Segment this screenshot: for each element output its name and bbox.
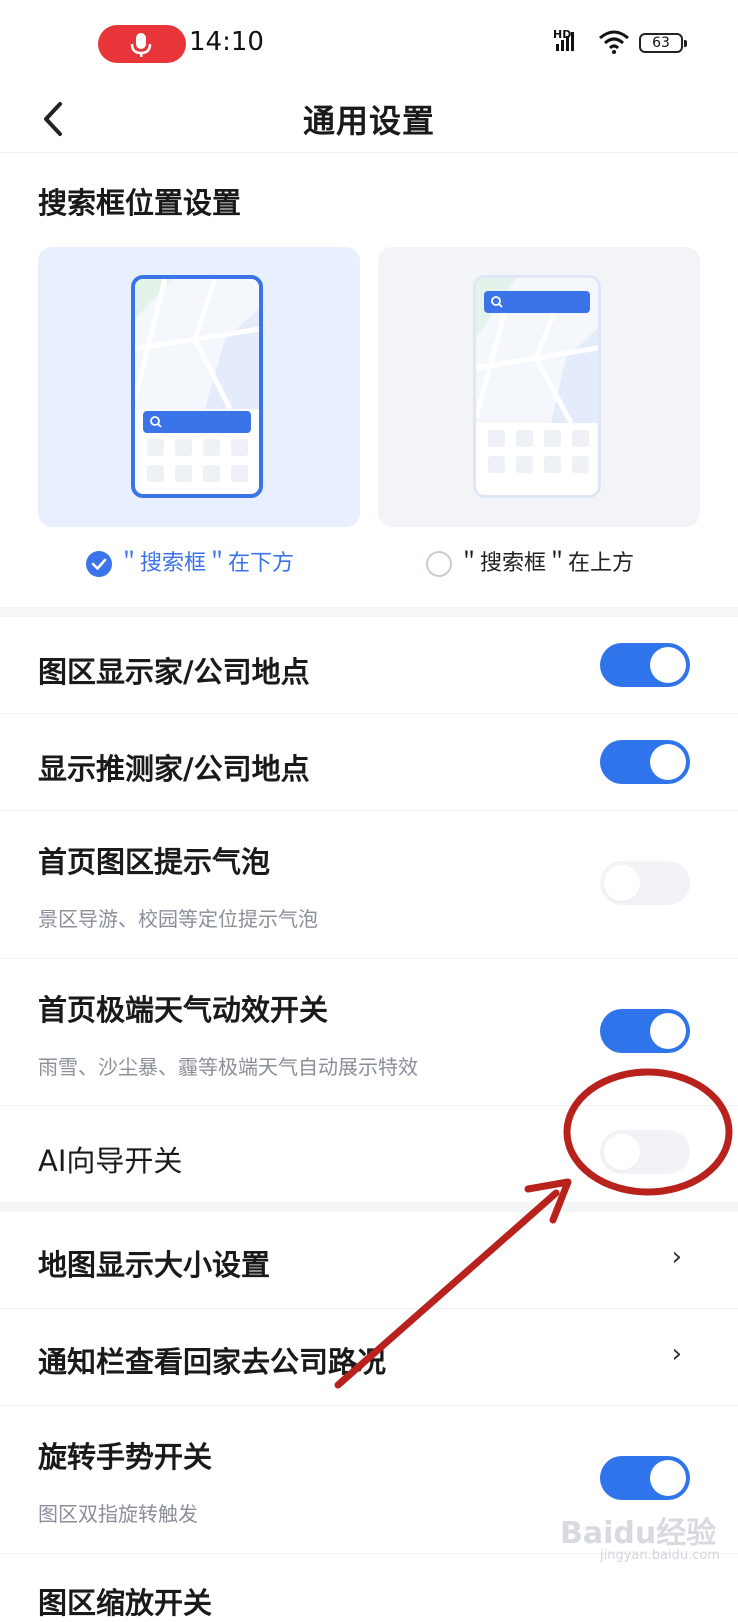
wifi-icon	[599, 30, 629, 54]
recording-indicator[interactable]	[98, 25, 186, 63]
search-top-option-card[interactable]	[378, 247, 700, 527]
setting-label: AI向导开关	[38, 1144, 183, 1178]
section-title: 搜索框位置设置	[38, 186, 242, 220]
option-label: ＂搜索框＂在上方	[458, 551, 635, 576]
app-grid-cell	[488, 430, 505, 447]
app-grid-cell	[544, 430, 561, 447]
setting-label: 图区显示家/公司地点	[38, 655, 310, 689]
setting-row-extreme-weather[interactable]: 首页极端天气动效开关 雨雪、沙尘暴、霾等极端天气自动展示特效	[0, 959, 738, 1106]
setting-label: 旋转手势开关	[38, 1440, 213, 1474]
map-illustration	[135, 279, 259, 411]
setting-row-notification-traffic[interactable]: 通知栏查看回家去公司路况 ›	[0, 1309, 738, 1406]
setting-description: 图区双指旋转触发	[38, 1502, 198, 1526]
phone-preview-bottom	[131, 275, 263, 498]
app-grid-cell	[544, 456, 561, 473]
watermark-url: jingyan.baidu.com	[600, 1548, 720, 1563]
app-grid-cell	[147, 465, 164, 482]
status-bar: 14:10 HD 63	[0, 0, 738, 88]
toggle-knob	[650, 1460, 686, 1496]
setting-row-predicted-home-company[interactable]: 显示推测家/公司地点	[0, 714, 738, 811]
battery-indicator: 63	[639, 33, 687, 53]
tip-bubble-toggle[interactable]	[600, 861, 690, 905]
microphone-icon	[130, 33, 152, 57]
setting-row-ai-guide[interactable]: AI向导开关	[0, 1106, 738, 1202]
app-grid-cell	[572, 456, 589, 473]
toggle-knob	[650, 744, 686, 780]
search-bottom-option-card[interactable]	[38, 247, 360, 527]
setting-label: 首页图区提示气泡	[38, 845, 271, 879]
toggle-knob	[650, 1013, 686, 1049]
app-grid-cell	[175, 439, 192, 456]
toggle-knob	[604, 1134, 640, 1170]
app-grid-cell	[147, 439, 164, 456]
radio-checked-icon	[86, 551, 112, 577]
setting-description: 景区导游、校园等定位提示气泡	[38, 907, 318, 931]
ai-guide-toggle[interactable]	[600, 1130, 690, 1174]
extreme-weather-toggle[interactable]	[600, 1009, 690, 1053]
navigation-bar: 通用设置	[0, 88, 738, 153]
rotate-gesture-toggle[interactable]	[600, 1456, 690, 1500]
chevron-right-icon: ›	[671, 1339, 682, 1369]
app-grid-cell	[516, 430, 533, 447]
setting-label: 通知栏查看回家去公司路况	[38, 1345, 387, 1379]
setting-label: 地图显示大小设置	[38, 1248, 271, 1282]
app-grid-cell	[203, 465, 220, 482]
predicted-home-company-toggle[interactable]	[600, 740, 690, 784]
setting-row-tip-bubble[interactable]: 首页图区提示气泡 景区导游、校园等定位提示气泡	[0, 811, 738, 959]
status-time: 14:10	[189, 27, 264, 57]
toggle-knob	[650, 647, 686, 683]
setting-label: 首页极端天气动效开关	[38, 993, 329, 1027]
search-icon	[491, 296, 503, 308]
app-grid-cell	[488, 456, 505, 473]
show-home-company-toggle[interactable]	[600, 643, 690, 687]
setting-row-map-size[interactable]: 地图显示大小设置 ›	[0, 1212, 738, 1309]
app-grid-cell	[231, 439, 248, 456]
app-grid-cell	[231, 465, 248, 482]
signal-icon	[556, 32, 574, 51]
chevron-right-icon: ›	[671, 1242, 682, 1272]
setting-description: 雨雪、沙尘暴、霾等极端天气自动展示特效	[38, 1055, 418, 1079]
search-bar-preview	[143, 411, 251, 433]
setting-label: 图区缩放开关	[38, 1586, 213, 1620]
section-divider	[0, 607, 738, 617]
toggle-knob	[604, 865, 640, 901]
section-divider	[0, 1202, 738, 1212]
setting-label: 显示推测家/公司地点	[38, 752, 310, 786]
app-grid-cell	[203, 439, 220, 456]
radio-unchecked-icon	[426, 551, 452, 577]
app-grid-cell	[516, 456, 533, 473]
search-icon	[150, 416, 162, 428]
app-grid-cell	[175, 465, 192, 482]
page-title: 通用设置	[302, 102, 435, 140]
phone-preview-top	[473, 275, 601, 498]
option-label: ＂搜索框＂在下方	[118, 551, 295, 576]
watermark-logo: Baidu经验	[560, 1516, 717, 1551]
app-grid-cell	[572, 430, 589, 447]
setting-row-show-home-company[interactable]: 图区显示家/公司地点	[0, 617, 738, 714]
search-bar-preview	[484, 291, 590, 313]
